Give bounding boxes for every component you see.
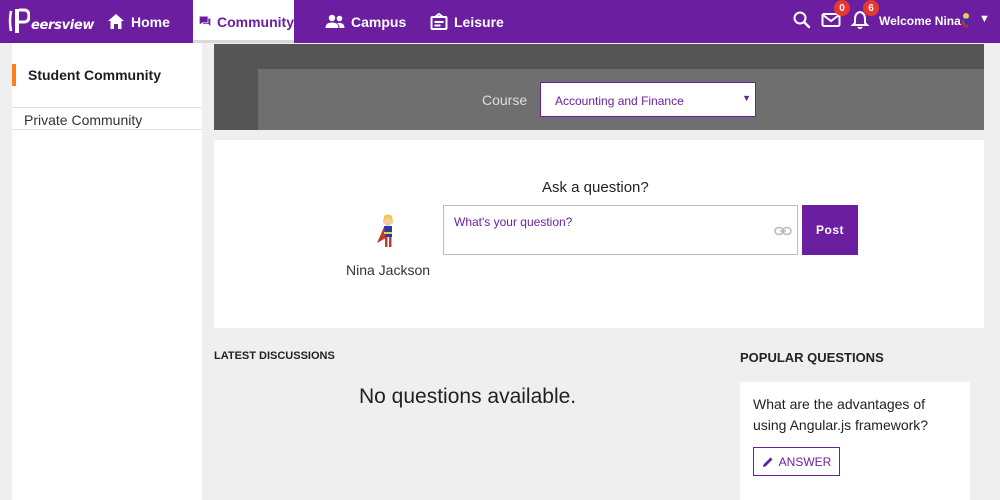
question-input[interactable]: What's your question?: [443, 205, 798, 255]
search-icon[interactable]: [792, 10, 812, 30]
nav-community-label: Community: [217, 13, 294, 30]
course-label: Course: [482, 92, 528, 108]
mail-count-badge: 0: [834, 0, 850, 16]
user-avatar: [377, 214, 393, 247]
sidebar: Student Community Private Community: [12, 43, 202, 500]
ticket-icon: [430, 12, 448, 30]
question-placeholder: What's your question?: [454, 215, 573, 229]
course-select-value: Accounting and Finance: [555, 94, 684, 108]
popular-question-text[interactable]: What are the advantages of using Angular…: [753, 394, 958, 436]
top-navbar: eersview Home Community Campus Leisure 0…: [0, 0, 1000, 43]
post-button[interactable]: Post: [802, 205, 858, 255]
nav-leisure[interactable]: Leisure: [430, 0, 504, 43]
post-button-label: Post: [815, 223, 844, 237]
latest-discussions-heading: LATEST DISCUSSIONS: [214, 350, 335, 362]
popular-questions-heading: POPULAR QUESTIONS: [740, 350, 884, 365]
ask-title: Ask a question?: [542, 179, 649, 196]
pencil-icon: [762, 457, 773, 467]
active-indicator: [12, 64, 16, 86]
nav-home-label: Home: [131, 13, 170, 30]
notification-count-badge: 6: [863, 0, 879, 16]
sidebar-item-student-community[interactable]: Student Community: [12, 64, 202, 108]
popular-question-card: What are the advantages of using Angular…: [740, 382, 970, 500]
sidebar-item-label: Student Community: [28, 67, 161, 83]
course-select[interactable]: Accounting and Finance ▼: [540, 82, 756, 117]
welcome-user[interactable]: Welcome Nina: [879, 14, 961, 28]
nav-leisure-label: Leisure: [454, 13, 504, 30]
empty-state-message: No questions available.: [359, 385, 577, 408]
user-name: Nina Jackson: [346, 262, 431, 278]
home-icon: [108, 14, 124, 29]
select-caret-icon: ▼: [742, 93, 751, 103]
nav-campus[interactable]: Campus: [325, 0, 406, 43]
user-avatar[interactable]: [959, 12, 973, 28]
sidebar-item-private-community[interactable]: Private Community: [12, 109, 202, 130]
sidebar-item-label: Private Community: [24, 112, 143, 128]
nav-home[interactable]: Home: [107, 0, 170, 43]
peersview-logo[interactable]: eersview: [8, 6, 94, 36]
chevron-down-icon[interactable]: ▼: [979, 13, 990, 25]
nav-campus-label: Campus: [351, 13, 407, 30]
answer-button-label: ANSWER: [778, 454, 832, 469]
chat-icon: [199, 16, 211, 26]
logo-mark-icon: [8, 8, 30, 33]
people-icon: [325, 14, 345, 28]
logo-text: eersview: [31, 17, 95, 33]
link-icon[interactable]: [774, 224, 792, 238]
nav-community[interactable]: Community: [193, 0, 294, 43]
answer-button[interactable]: ANSWER: [753, 447, 840, 476]
